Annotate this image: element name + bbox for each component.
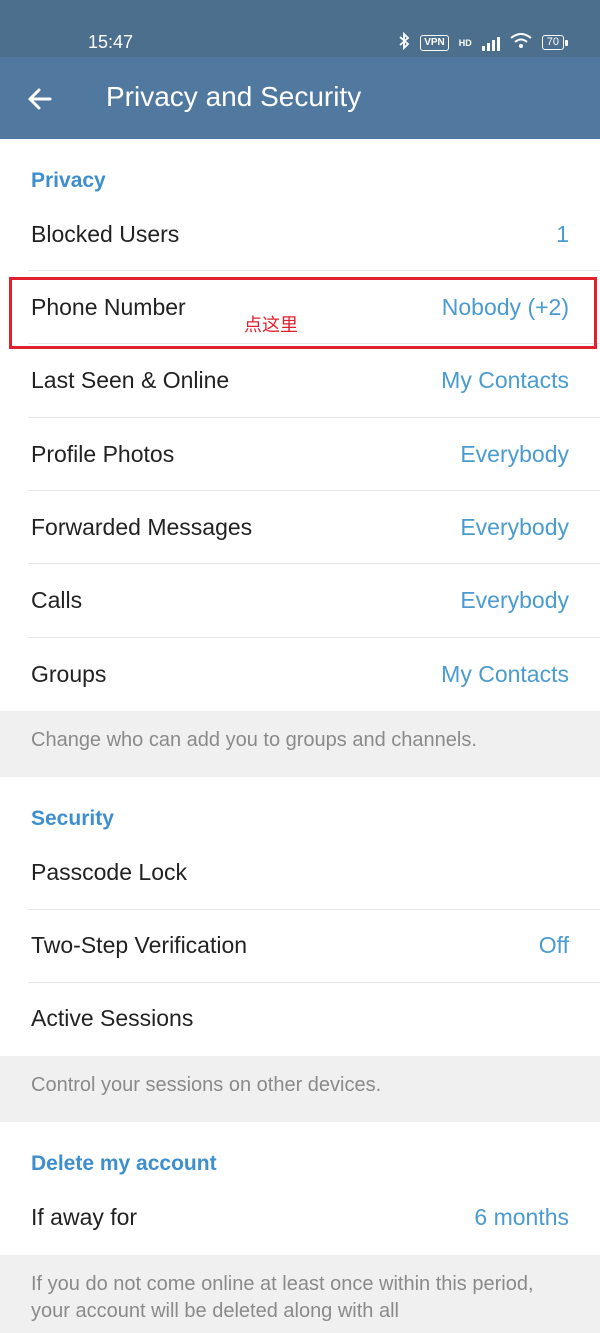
delete-account-header: Delete my account <box>31 1152 217 1175</box>
row-value: Off <box>538 932 569 958</box>
passcode-lock-row[interactable]: Passcode Lock <box>0 837 600 910</box>
row-value: Everybody <box>460 441 569 467</box>
calls-row[interactable]: Calls Everybody <box>0 565 600 638</box>
privacy-section: Privacy Blocked Users 1 Phone Number Nob… <box>0 139 600 711</box>
app-bar: Privacy and Security <box>0 57 600 139</box>
row-label: Blocked Users <box>31 221 180 247</box>
privacy-header: Privacy <box>31 169 106 192</box>
groups-row[interactable]: Groups My Contacts <box>0 639 600 712</box>
row-label: Calls <box>31 587 83 613</box>
profile-photos-row[interactable]: Profile Photos Everybody <box>0 419 600 492</box>
row-value: 1 <box>556 221 569 247</box>
row-label: Two-Step Verification <box>31 932 248 958</box>
row-label: Forwarded Messages <box>31 514 253 540</box>
wifi-icon <box>510 33 532 52</box>
status-bar: 15:47 VPN HD 70 <box>0 0 600 57</box>
groups-note: Change who can add you to groups and cha… <box>0 711 600 777</box>
divider <box>28 563 600 564</box>
battery-icon: 70 <box>541 35 569 50</box>
security-section: Security Passcode Lock Two-Step Verifica… <box>0 777 600 1056</box>
row-label: Active Sessions <box>31 1005 194 1031</box>
bluetooth-icon <box>398 31 410 53</box>
annotation-label: 点这里 <box>244 315 298 335</box>
vpn-icon: VPN <box>420 34 449 51</box>
delete-account-section: Delete my account If away for 6 months <box>0 1122 600 1255</box>
hd-label: HD <box>458 37 472 48</box>
page-title: Privacy and Security <box>106 81 362 112</box>
two-step-verification-row[interactable]: Two-Step Verification Off <box>0 910 600 983</box>
forwarded-messages-row[interactable]: Forwarded Messages Everybody <box>0 492 600 565</box>
status-icons: VPN HD 70 <box>398 31 569 53</box>
if-away-for-row[interactable]: If away for 6 months <box>0 1182 600 1255</box>
sessions-note: Control your sessions on other devices. <box>0 1056 600 1122</box>
status-time: 15:47 <box>88 32 134 52</box>
row-label: Last Seen & Online <box>31 367 230 393</box>
row-label: Passcode Lock <box>31 859 187 885</box>
row-label: Groups <box>31 661 107 687</box>
row-label: If away for <box>31 1204 138 1230</box>
divider <box>28 637 600 638</box>
highlight-box <box>9 277 597 349</box>
row-value: Everybody <box>460 587 569 613</box>
security-header: Security <box>31 807 114 830</box>
blocked-users-row[interactable]: Blocked Users 1 <box>0 199 600 272</box>
row-label: Profile Photos <box>31 441 175 467</box>
row-value: Everybody <box>460 514 569 540</box>
row-value: 6 months <box>474 1204 569 1230</box>
divider <box>28 417 600 418</box>
last-seen-row[interactable]: Last Seen & Online My Contacts <box>0 345 600 418</box>
row-value: My Contacts <box>441 661 569 687</box>
row-value: My Contacts <box>441 367 569 393</box>
divider <box>28 270 600 271</box>
delete-account-note: If you do not come online at least once … <box>0 1255 600 1333</box>
divider <box>28 490 600 491</box>
active-sessions-row[interactable]: Active Sessions <box>0 983 600 1056</box>
arrow-left-icon[interactable] <box>22 81 58 117</box>
signal-icon <box>481 35 500 51</box>
